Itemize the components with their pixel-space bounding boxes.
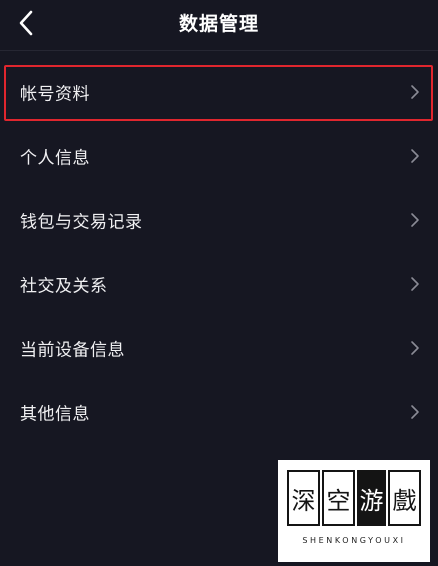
page-title: 数据管理 [178,13,259,35]
menu-item-wallet-transactions[interactable]: 钱包与交易记录 [0,188,438,252]
menu-item-account-profile[interactable]: 帐号资料 [0,60,438,124]
menu-item-label: 个人信息 [20,148,90,169]
menu-item-personal-info[interactable]: 个人信息 [0,124,438,188]
watermark-char: 空 [322,470,355,526]
menu-item-label: 当前设备信息 [20,340,125,361]
chevron-right-icon [410,212,420,228]
menu-list: 帐号资料 个人信息 钱包与交易记录 社交及关系 当前设备信息 其他信息 [0,60,438,444]
menu-item-label: 其他信息 [20,404,90,425]
chevron-right-icon [410,404,420,420]
menu-item-label: 帐号资料 [20,84,90,105]
chevron-right-icon [410,276,420,292]
menu-item-label: 社交及关系 [20,276,108,297]
menu-item-label: 钱包与交易记录 [20,212,143,233]
watermark-logo: 深 空 游 戲 SHENKONGYOUXI [278,460,430,562]
menu-item-device-info[interactable]: 当前设备信息 [0,316,438,380]
watermark-char: 深 [287,470,320,526]
chevron-right-icon [410,84,420,100]
menu-item-social-relations[interactable]: 社交及关系 [0,252,438,316]
chevron-right-icon [410,340,420,356]
menu-item-other-info[interactable]: 其他信息 [0,380,438,444]
chevron-right-icon [410,148,420,164]
header-bar: 数据管理 [0,0,438,51]
watermark-characters: 深 空 游 戲 [287,470,421,526]
watermark-pinyin: SHENKONGYOUXI [302,536,406,545]
watermark-char: 戲 [388,470,421,526]
watermark-char: 游 [357,470,386,526]
